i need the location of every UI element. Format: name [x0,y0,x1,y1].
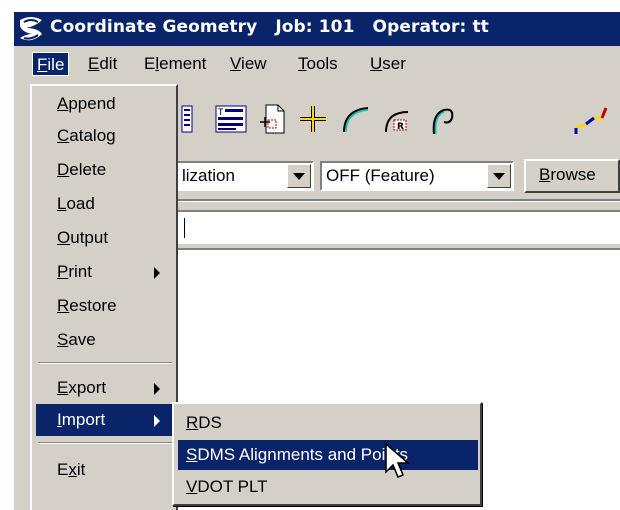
app-logo-icon [20,17,42,41]
submenu-arrow-icon [154,415,160,427]
menu-edit[interactable]: Edit [84,52,121,76]
spiral-icon[interactable] [424,100,462,138]
import-submenu: RDS SDMS Alignments and Points VDOT PLT [172,402,482,506]
file-menu-catalog[interactable]: Catalog [36,120,174,152]
label: estore [69,296,117,315]
menu-user[interactable]: User [366,52,410,76]
svg-text:T: T [218,108,224,118]
label: DMS Alignments and Points [197,445,409,464]
label: mport [61,410,106,429]
label: atalog [69,126,116,145]
mnemonic: A [57,94,69,113]
submenu-arrow-icon [154,267,160,279]
mouse-pointer-icon [385,442,411,478]
menu-separator [38,442,172,444]
menu-element[interactable]: Element [140,52,210,76]
mnemonic: R [186,413,199,432]
file-menu: Append Catalog Delete Load Output Print … [30,84,178,510]
menu-view[interactable]: View [226,52,271,76]
mnemonic: D [57,160,70,179]
list-icon[interactable] [174,100,212,138]
file-menu-output[interactable]: Output [36,222,174,254]
menu-element-prefix: E [144,54,156,73]
file-menu-export[interactable]: Export [36,372,174,404]
label: utput [70,228,109,247]
label: ave [68,330,96,349]
mnemonic: O [57,228,71,247]
import-sdms-alignments[interactable]: SDMS Alignments and Points [178,440,478,470]
application-window: Coordinate Geometry Job: 101 Operator: t… [0,0,620,510]
mnemonic: S [186,445,198,464]
menu-user-mnemonic: U [370,54,383,73]
import-vdot-plt[interactable]: VDOT PLT [178,472,478,502]
arc-icon[interactable] [336,100,374,138]
crosshair-icon[interactable] [294,100,332,138]
label: oad [66,194,95,213]
menu-edit-label: dit [99,54,118,73]
label: it [76,460,86,479]
file-menu-restore[interactable]: Restore [36,290,174,322]
file-menu-exit[interactable]: Exit [36,454,174,486]
menu-tools[interactable]: Tools [294,52,342,76]
menu-tools-label: ools [306,54,338,73]
menu-separator [38,362,172,364]
document-add-icon[interactable] [254,100,292,138]
feature-combo[interactable]: OFF (Feature) [320,161,514,191]
menu-file-label: ile [47,55,65,74]
label: elete [69,160,107,179]
command-input[interactable] [176,210,620,244]
label: xport [68,378,107,397]
text-caret [184,218,185,238]
mnemonic: P [57,262,69,281]
label: DS [198,413,222,432]
browse-button[interactable]: Browse [524,159,620,193]
menu-view-label: iew [241,54,267,73]
submenu-arrow-icon [154,383,160,395]
menu-tools-mnemonic: T [298,54,307,73]
mnemonic: R [57,296,70,315]
file-menu-save[interactable]: Save [36,324,174,356]
menu-user-label: ser [382,54,406,73]
visualization-value: lization [182,166,235,185]
file-menu-import[interactable]: Import [36,404,174,436]
menu-file[interactable]: File [32,52,70,76]
mnemonic: S [57,330,69,349]
file-menu-delete[interactable]: Delete [36,154,174,186]
menu-edit-mnemonic: E [88,54,100,73]
label-prefix: E [57,460,69,479]
text-list-icon[interactable]: T [212,100,250,138]
file-menu-append[interactable]: Append [36,88,174,120]
divider [176,201,620,202]
file-menu-print[interactable]: Print [36,256,174,288]
browse-label: rowse [550,165,596,184]
import-rds[interactable]: RDS [178,408,478,438]
mnemonic: E [57,378,69,397]
alignment-icon[interactable] [572,100,610,138]
menu-element-label: ement [159,54,207,73]
chevron-down-icon[interactable] [487,164,511,188]
feature-value: OFF (Feature) [326,166,435,185]
mnemonic: x [68,460,77,479]
window-title: Coordinate Geometry Job: 101 Operator: t… [50,17,489,37]
mnemonic: V [186,477,198,496]
menu-bar: File Edit Element View Tools User [14,46,620,82]
chevron-down-icon[interactable] [287,164,311,188]
title-bar: Coordinate Geometry Job: 101 Operator: t… [14,12,620,46]
file-menu-load[interactable]: Load [36,188,174,220]
label: rint [68,262,92,281]
browse-mnemonic: B [539,165,551,184]
label: ppend [68,94,116,113]
arc-radius-icon[interactable]: R [380,100,418,138]
label: DOT PLT [197,477,268,496]
visualization-combo[interactable]: lization [176,161,314,191]
menu-view-mnemonic: V [230,54,242,73]
mnemonic: C [57,126,70,145]
svg-text:R: R [397,122,404,132]
menu-file-mnemonic: F [37,55,48,74]
